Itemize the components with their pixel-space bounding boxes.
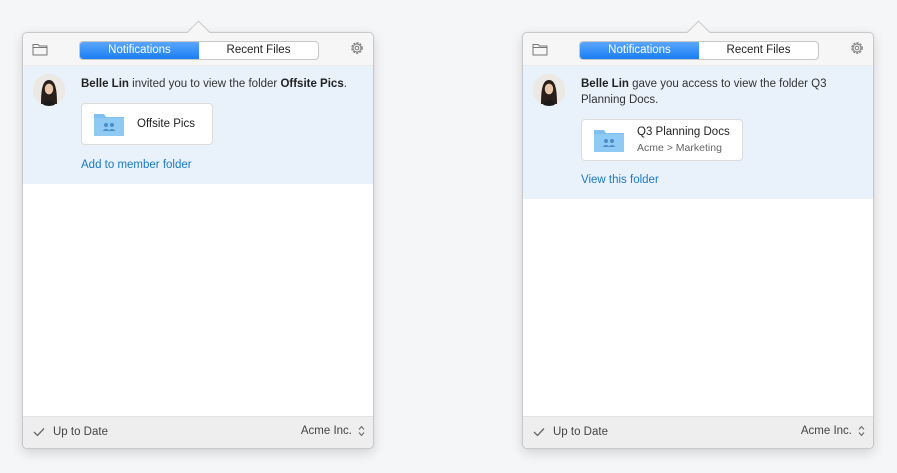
sync-status: Up to Date: [53, 426, 108, 438]
notification-message: Belle Lin gave you access to view the fo…: [581, 76, 841, 108]
folder-name: Offsite Pics: [280, 78, 344, 90]
message-text: invited you to view the folder: [128, 78, 281, 90]
status-bar: Up to Date Acme Inc.: [23, 416, 373, 448]
add-to-member-folder-link[interactable]: Add to member folder: [81, 159, 192, 171]
file-name: Offsite Pics: [137, 118, 195, 130]
shared-folder-icon: [94, 114, 124, 136]
toolbar: Notifications Recent Files: [23, 33, 373, 66]
tab-notifications[interactable]: Notifications: [80, 42, 199, 59]
gear-icon[interactable]: [349, 40, 365, 56]
shared-folder-card[interactable]: Offsite Pics: [81, 103, 213, 145]
notification-item: Belle Lin invited you to view the folder…: [23, 66, 373, 184]
tab-recent-files[interactable]: Recent Files: [699, 42, 818, 59]
sender-name: Belle Lin: [81, 78, 129, 90]
team-selector[interactable]: Acme Inc.: [801, 425, 865, 437]
file-path: Acme > Marketing: [637, 142, 722, 154]
status-bar: Up to Date Acme Inc.: [523, 416, 873, 448]
tab-notifications[interactable]: Notifications: [580, 42, 699, 59]
updown-chevron-icon: [858, 425, 865, 437]
avatar: [533, 74, 565, 106]
checkmark-icon: [33, 428, 45, 437]
folder-icon[interactable]: [532, 42, 548, 56]
file-name: Q3 Planning Docs: [637, 126, 730, 138]
sync-status: Up to Date: [553, 426, 608, 438]
avatar: [33, 74, 65, 106]
dropbox-popup-left: Notifications Recent Files Belle Lin inv…: [22, 20, 374, 449]
shared-folder-card[interactable]: Q3 Planning Docs Acme > Marketing: [581, 119, 743, 161]
team-selector[interactable]: Acme Inc.: [301, 425, 365, 437]
shared-folder-icon: [594, 130, 624, 152]
message-end: .: [343, 78, 347, 90]
team-name: Acme Inc.: [800, 425, 852, 437]
tab-switcher: Notifications Recent Files: [579, 41, 819, 60]
folder-icon[interactable]: [32, 42, 48, 56]
dropbox-popup-right: Notifications Recent Files Belle Lin gav…: [522, 20, 874, 449]
tab-switcher: Notifications Recent Files: [79, 41, 319, 60]
view-this-folder-link[interactable]: View this folder: [581, 174, 659, 186]
sender-name: Belle Lin: [581, 78, 629, 90]
toolbar: Notifications Recent Files: [523, 33, 873, 66]
notification-item: Belle Lin gave you access to view the fo…: [523, 66, 873, 199]
checkmark-icon: [533, 428, 545, 437]
updown-chevron-icon: [358, 425, 365, 437]
gear-icon[interactable]: [849, 40, 865, 56]
notification-message: Belle Lin invited you to view the folder…: [81, 76, 361, 92]
team-name: Acme Inc.: [300, 425, 352, 437]
tab-recent-files[interactable]: Recent Files: [199, 42, 318, 59]
